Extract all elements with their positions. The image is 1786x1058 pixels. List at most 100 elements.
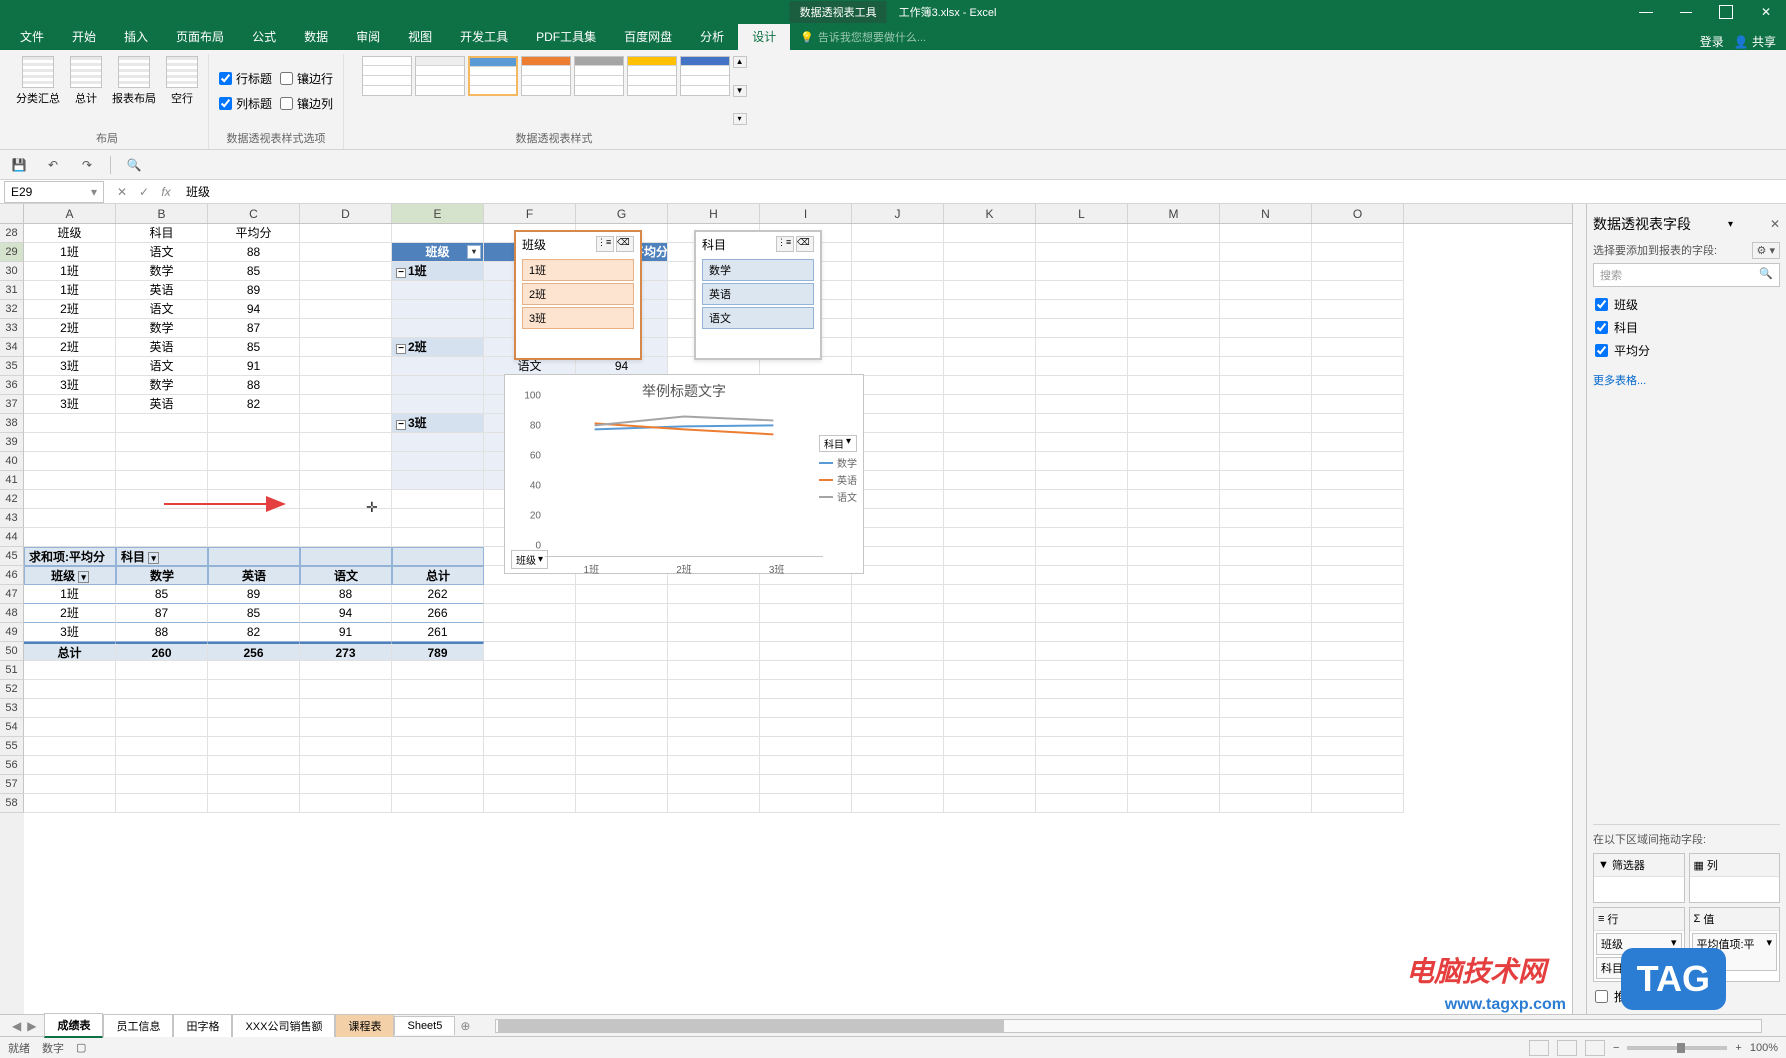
minimize-button[interactable] [1666, 0, 1706, 24]
cell[interactable] [1036, 262, 1128, 281]
cell[interactable] [1128, 623, 1220, 642]
cell[interactable] [1312, 395, 1404, 414]
row-header[interactable]: 52 [0, 680, 24, 699]
login-link[interactable]: 登录 [1700, 33, 1724, 50]
cell[interactable] [1128, 319, 1220, 338]
cell[interactable]: 数学 [116, 319, 208, 338]
cell[interactable] [24, 490, 116, 509]
cell[interactable] [852, 414, 944, 433]
redo-icon[interactable]: ↷ [76, 154, 98, 176]
cell[interactable] [760, 604, 852, 623]
cell[interactable] [852, 300, 944, 319]
cell[interactable] [392, 661, 484, 680]
gallery-down-icon[interactable]: ▼ [733, 85, 747, 97]
cell[interactable] [1220, 775, 1312, 794]
cell[interactable] [300, 433, 392, 452]
cell[interactable] [668, 794, 760, 813]
cell[interactable] [208, 490, 300, 509]
cell[interactable] [1220, 509, 1312, 528]
cell[interactable] [1036, 528, 1128, 547]
cell[interactable] [1312, 585, 1404, 604]
cell[interactable] [1128, 243, 1220, 262]
cell[interactable] [668, 604, 760, 623]
row-header[interactable]: 49 [0, 623, 24, 642]
cell[interactable] [116, 661, 208, 680]
cell[interactable] [668, 661, 760, 680]
zoom-out-icon[interactable]: − [1613, 1042, 1619, 1054]
cell[interactable] [944, 509, 1036, 528]
cell[interactable] [1128, 281, 1220, 300]
cell[interactable] [1312, 281, 1404, 300]
cell[interactable] [300, 509, 392, 528]
cell[interactable] [852, 262, 944, 281]
cell[interactable] [1128, 775, 1220, 794]
cell[interactable] [1312, 490, 1404, 509]
cell[interactable] [944, 281, 1036, 300]
cell[interactable] [1220, 699, 1312, 718]
name-box[interactable]: E29 ▾ [4, 181, 104, 203]
cell[interactable]: 256 [208, 642, 300, 661]
cell[interactable] [944, 585, 1036, 604]
tab-design[interactable]: 设计 [738, 23, 790, 50]
cell[interactable] [852, 547, 944, 566]
cell[interactable] [852, 756, 944, 775]
blankrows-button[interactable]: 空行 [162, 54, 202, 127]
cell[interactable] [576, 661, 668, 680]
cell[interactable] [116, 471, 208, 490]
tab-analyze[interactable]: 分析 [686, 23, 738, 50]
cell[interactable] [116, 737, 208, 756]
row-header[interactable]: 54 [0, 718, 24, 737]
cell[interactable] [208, 528, 300, 547]
cell[interactable] [1312, 243, 1404, 262]
row-header[interactable]: 47 [0, 585, 24, 604]
cell[interactable] [760, 756, 852, 775]
cell[interactable] [392, 737, 484, 756]
cell[interactable] [1220, 528, 1312, 547]
cell[interactable] [300, 281, 392, 300]
cell[interactable] [1312, 357, 1404, 376]
ribbon-options-icon[interactable] [1626, 0, 1666, 24]
cell[interactable]: 班级▾ [392, 243, 484, 262]
tab-formulas[interactable]: 公式 [238, 23, 290, 50]
cell[interactable] [392, 433, 484, 452]
cell[interactable]: −3班 [392, 414, 484, 433]
cell[interactable]: 89 [208, 585, 300, 604]
column-header[interactable]: F [484, 204, 576, 223]
cell[interactable] [208, 509, 300, 528]
cell[interactable] [852, 338, 944, 357]
cell[interactable] [392, 699, 484, 718]
slicer-item[interactable]: 数学 [702, 259, 814, 281]
cell[interactable] [1036, 585, 1128, 604]
cell[interactable] [24, 699, 116, 718]
cell[interactable] [852, 794, 944, 813]
cell[interactable] [1220, 357, 1312, 376]
cell[interactable] [944, 528, 1036, 547]
cell[interactable] [944, 433, 1036, 452]
cell[interactable] [1220, 433, 1312, 452]
cell[interactable] [1036, 395, 1128, 414]
cell[interactable] [392, 490, 484, 509]
cell[interactable] [484, 737, 576, 756]
sheet-tab[interactable]: Sheet5 [394, 1016, 455, 1035]
tell-me-search[interactable]: 💡 告诉我您想要做什么... [790, 24, 936, 50]
clear-filter-icon[interactable]: ⌫ [616, 236, 634, 252]
cell[interactable] [852, 224, 944, 243]
cell[interactable] [1312, 661, 1404, 680]
cell[interactable] [1036, 357, 1128, 376]
cell[interactable] [852, 395, 944, 414]
cell[interactable] [1036, 243, 1128, 262]
style-thumb[interactable] [627, 56, 677, 96]
cell[interactable] [852, 680, 944, 699]
cell[interactable] [1036, 471, 1128, 490]
cell[interactable] [392, 680, 484, 699]
cell[interactable]: −1班 [392, 262, 484, 281]
cell[interactable] [1312, 604, 1404, 623]
cell[interactable]: 英语 [116, 395, 208, 414]
cell[interactable] [24, 509, 116, 528]
cell[interactable] [760, 699, 852, 718]
cell[interactable] [484, 604, 576, 623]
cell[interactable]: 88 [208, 243, 300, 262]
cell[interactable] [944, 452, 1036, 471]
row-header[interactable]: 53 [0, 699, 24, 718]
cell[interactable] [116, 775, 208, 794]
